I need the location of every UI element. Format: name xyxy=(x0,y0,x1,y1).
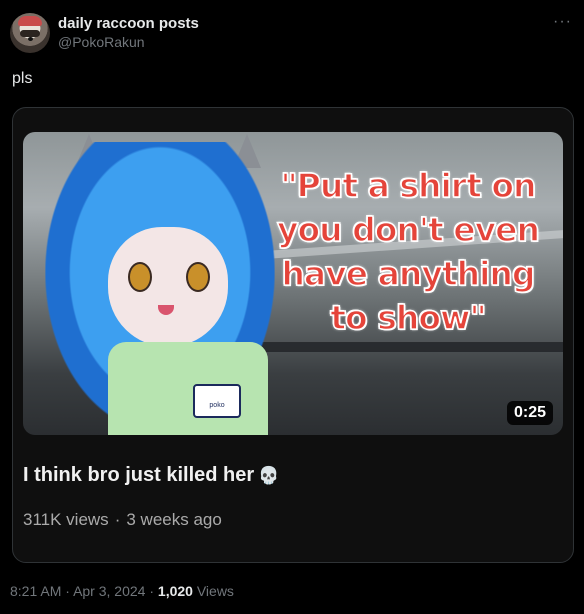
post-date[interactable]: Apr 3, 2024 xyxy=(73,583,145,599)
avatar-nose xyxy=(28,37,33,41)
character-apron xyxy=(108,342,268,435)
display-name[interactable]: daily raccoon posts xyxy=(58,15,199,33)
avatar-hat xyxy=(18,16,42,26)
character-eye-right xyxy=(186,262,210,292)
views-count: 1,020 xyxy=(157,583,193,599)
author-names: daily raccoon posts @PokoRakun xyxy=(58,15,199,51)
post-footer: 8:21 AM · Apr 3, 2024 · 1,020 Views xyxy=(10,583,234,599)
post-time[interactable]: 8:21 AM xyxy=(10,583,61,599)
video-thumbnail[interactable]: poko "Put a shirt on you don't even have… xyxy=(23,132,563,435)
skull-icon: 💀 xyxy=(258,466,280,485)
post-header: daily raccoon posts @PokoRakun ··· xyxy=(10,13,574,55)
name-tag-text: poko xyxy=(209,402,225,409)
post-text: pls xyxy=(12,70,33,87)
avatar-raccoon-mask xyxy=(20,30,40,37)
character-face xyxy=(108,227,228,347)
character-mouth xyxy=(158,305,174,315)
duration-badge: 0:25 xyxy=(506,401,553,425)
more-options-icon[interactable]: ··· xyxy=(553,13,572,31)
upload-age: 3 weeks ago xyxy=(126,510,222,529)
character-eye-left xyxy=(128,262,152,292)
meta-separator: · xyxy=(114,510,121,529)
views-label: Views xyxy=(196,583,234,599)
thumbnail-caption: "Put a shirt on you don't even have anyt… xyxy=(276,165,541,338)
video-meta: 311K views · 3 weeks ago xyxy=(23,510,222,530)
name-tag: poko xyxy=(193,384,241,418)
thumbnail-background-floor xyxy=(243,342,563,352)
footer-separator: · xyxy=(65,583,70,599)
avatar[interactable] xyxy=(10,13,50,53)
handle[interactable]: @PokoRakun xyxy=(58,33,199,51)
view-count: 311K views xyxy=(23,510,109,529)
video-title[interactable]: I think bro just killed her 💀 xyxy=(23,464,279,487)
video-title-text[interactable]: I think bro just killed her xyxy=(23,464,254,486)
video-embed-card[interactable]: poko "Put a shirt on you don't even have… xyxy=(12,107,574,563)
footer-separator-2: · xyxy=(149,583,155,599)
